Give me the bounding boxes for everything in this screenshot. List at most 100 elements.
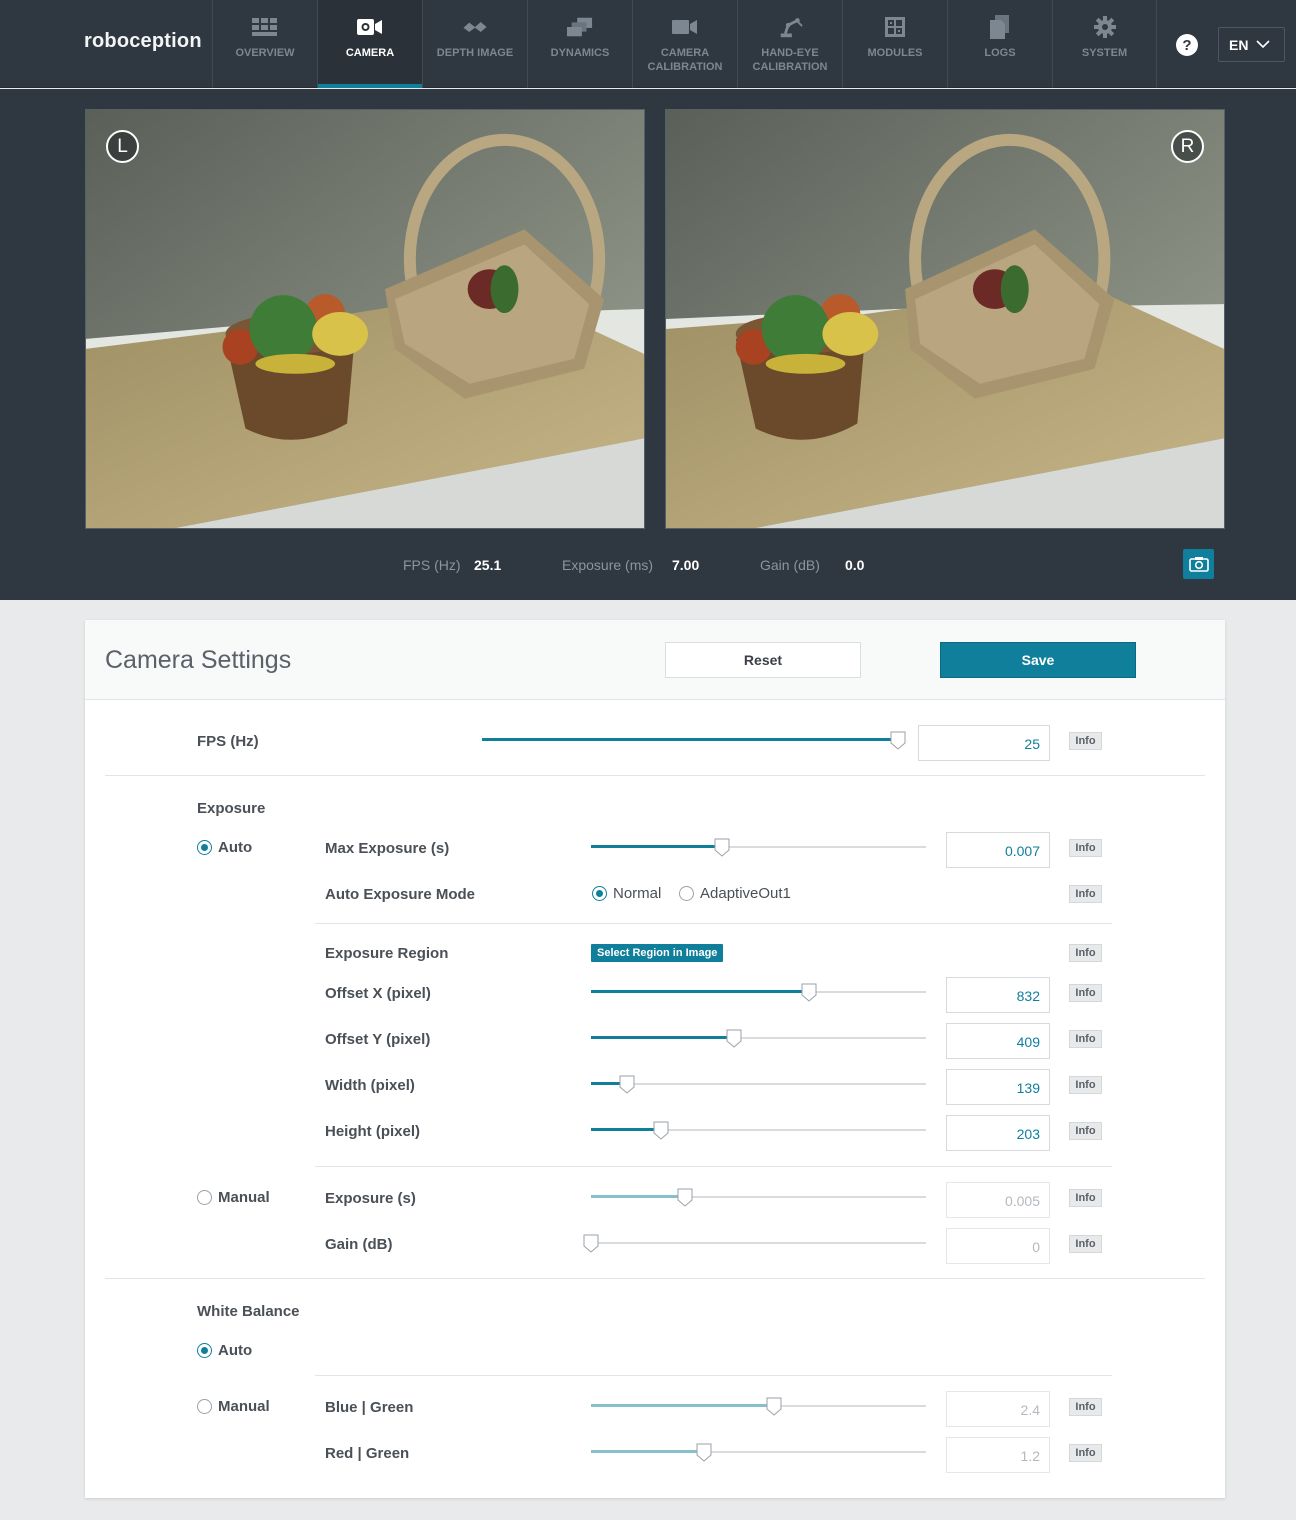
offset-y-slider[interactable]: [591, 1028, 926, 1048]
radio-circle: [197, 1190, 212, 1205]
manual-exposure-info-button[interactable]: Info: [1069, 1189, 1102, 1207]
slider-fill: [482, 738, 898, 741]
slider-thumb[interactable]: [890, 731, 906, 750]
radio-circle: [679, 886, 694, 901]
slider-thumb[interactable]: [726, 1029, 742, 1048]
blue-green-slider[interactable]: [591, 1396, 926, 1416]
gain-info-button[interactable]: Info: [1069, 1235, 1102, 1253]
language-select[interactable]: EN: [1218, 27, 1285, 62]
slider-thumb[interactable]: [677, 1188, 693, 1207]
tab-dynamics[interactable]: DYNAMICS: [527, 0, 632, 88]
tab-camera-calibration[interactable]: CAMERA CALIBRATION: [632, 0, 737, 88]
reset-button[interactable]: Reset: [665, 642, 861, 678]
slider-fill: [591, 1450, 704, 1453]
slider-fill: [591, 1404, 774, 1407]
height-label: Height (pixel): [325, 1123, 421, 1140]
panel-title: Camera Settings: [105, 646, 292, 674]
help-button[interactable]: ?: [1176, 34, 1198, 56]
tab-hand-eye-calibration[interactable]: HAND-EYE CALIBRATION: [737, 0, 842, 88]
radio-circle: [592, 886, 607, 901]
blue-green-input[interactable]: 2.4: [946, 1391, 1050, 1427]
panel-header: Camera Settings Reset Save: [85, 620, 1225, 700]
tab-system[interactable]: SYSTEM: [1052, 0, 1157, 88]
gain-stat-value: 0.0: [845, 557, 865, 573]
slider-thumb[interactable]: [766, 1397, 782, 1416]
slider-fill: [591, 1195, 685, 1198]
offset-x-slider[interactable]: [591, 982, 926, 1002]
fps-stat-value: 25.1: [474, 557, 502, 573]
radio-circle: [197, 840, 212, 855]
height-slider[interactable]: [591, 1120, 926, 1140]
height-input[interactable]: 203: [946, 1115, 1050, 1151]
modules-icon: [882, 16, 908, 38]
right-camera-badge: R: [1171, 130, 1204, 163]
camera-snapshot-icon: [1188, 557, 1209, 572]
exposure-section-title: Exposure: [197, 800, 266, 817]
manual-exposure-label: Exposure (s): [325, 1190, 416, 1207]
max-exposure-label: Max Exposure (s): [325, 840, 450, 857]
exposure-auto-radio[interactable]: Auto: [197, 839, 252, 856]
tab-overview[interactable]: OVERVIEW: [212, 0, 317, 88]
slider-thumb[interactable]: [653, 1121, 669, 1140]
tab-depth-image[interactable]: DEPTH IMAGE: [422, 0, 527, 88]
offset-x-info-button[interactable]: Info: [1069, 984, 1102, 1002]
save-button[interactable]: Save: [940, 642, 1136, 678]
max-exposure-slider[interactable]: [591, 837, 926, 857]
slider-thumb[interactable]: [619, 1075, 635, 1094]
white-balance-auto-radio[interactable]: Auto: [197, 1342, 252, 1359]
width-label: Width (pixel): [325, 1077, 415, 1094]
camera-icon: [357, 16, 383, 38]
snapshot-button[interactable]: [1183, 549, 1214, 579]
robot-arm-icon: [777, 16, 803, 38]
slider-thumb[interactable]: [583, 1234, 599, 1253]
gear-icon: [1092, 16, 1118, 38]
divider: [105, 1278, 1205, 1279]
slider-fill: [591, 990, 809, 993]
top-nav: roboception OVERVIEW CAMERA DEPTH IMAGE …: [0, 0, 1296, 88]
manual-exposure-slider[interactable]: [591, 1187, 926, 1207]
manual-exposure-input[interactable]: 0.005: [946, 1182, 1050, 1218]
fps-label: FPS (Hz): [197, 733, 259, 750]
fps-input[interactable]: 25: [918, 725, 1050, 761]
width-info-button[interactable]: Info: [1069, 1076, 1102, 1094]
width-slider[interactable]: [591, 1074, 926, 1094]
chevron-down-icon: [1256, 40, 1271, 49]
auto-mode-normal-radio[interactable]: Normal: [592, 885, 661, 902]
width-input[interactable]: 139: [946, 1069, 1050, 1105]
slider-thumb[interactable]: [696, 1443, 712, 1462]
camera-settings-panel: Camera Settings Reset Save FPS (Hz) 25 I…: [85, 620, 1225, 1498]
fps-info-button[interactable]: Info: [1069, 732, 1102, 750]
slider-fill: [591, 1128, 662, 1131]
gain-slider[interactable]: [583, 1233, 926, 1253]
radio-circle: [197, 1343, 212, 1358]
red-green-slider[interactable]: [591, 1442, 926, 1462]
tab-modules[interactable]: MODULES: [842, 0, 947, 88]
fps-slider[interactable]: [482, 730, 906, 750]
slider-thumb[interactable]: [801, 983, 817, 1002]
offset-x-input[interactable]: 832: [946, 977, 1050, 1013]
camera-scene-image: [666, 110, 1224, 528]
right-camera-image[interactable]: R: [665, 109, 1225, 529]
divider: [315, 1375, 1112, 1376]
roboception-logo[interactable]: roboception: [84, 30, 202, 53]
exposure-manual-radio[interactable]: Manual: [197, 1189, 270, 1206]
gain-stat-label: Gain (dB): [760, 557, 820, 573]
offset-y-info-button[interactable]: Info: [1069, 1030, 1102, 1048]
slider-thumb[interactable]: [714, 838, 730, 857]
auto-mode-adaptiveout1-radio[interactable]: AdaptiveOut1: [679, 885, 791, 902]
tab-logs[interactable]: LOGS: [947, 0, 1052, 88]
auto-exposure-mode-info-button[interactable]: Info: [1069, 885, 1102, 903]
select-region-button[interactable]: Select Region in Image: [591, 944, 724, 962]
exposure-region-info-button[interactable]: Info: [1069, 944, 1102, 962]
red-green-info-button[interactable]: Info: [1069, 1444, 1102, 1462]
red-green-input[interactable]: 1.2: [946, 1437, 1050, 1473]
height-info-button[interactable]: Info: [1069, 1122, 1102, 1140]
left-camera-image[interactable]: L: [85, 109, 645, 529]
gain-input[interactable]: 0: [946, 1228, 1050, 1264]
tab-camera[interactable]: CAMERA: [317, 0, 422, 88]
blue-green-info-button[interactable]: Info: [1069, 1398, 1102, 1416]
max-exposure-info-button[interactable]: Info: [1069, 839, 1102, 857]
max-exposure-input[interactable]: 0.007: [946, 832, 1050, 868]
offset-y-input[interactable]: 409: [946, 1023, 1050, 1059]
white-balance-manual-radio[interactable]: Manual: [197, 1398, 270, 1415]
